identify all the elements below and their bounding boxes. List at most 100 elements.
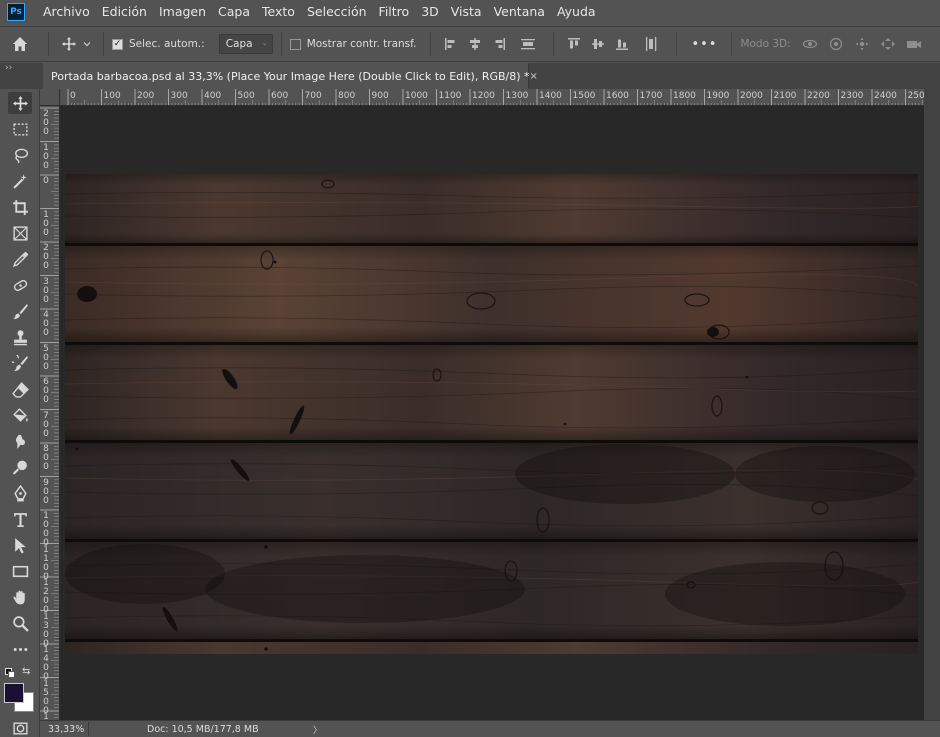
menu-edicion[interactable]: Edición — [96, 0, 153, 24]
brush-icon[interactable] — [8, 300, 32, 322]
eyedropper-icon[interactable] — [8, 248, 32, 270]
vertical-scrollbar[interactable] — [924, 89, 940, 720]
menu-vista[interactable]: Vista — [445, 0, 488, 24]
roll-3d-icon[interactable] — [823, 37, 849, 51]
slide-3d-icon[interactable] — [875, 37, 901, 51]
collapse-panel-icon[interactable]: ›› — [5, 63, 12, 73]
type-tool-icon[interactable] — [8, 508, 32, 530]
document-tab[interactable]: Portada barbacoa.psd al 33,3% (Place You… — [43, 63, 538, 89]
auto-select-label: Selec. autom.: — [129, 38, 205, 50]
ruler-h-label: 800 — [338, 91, 356, 101]
ruler-v-label: 900 — [43, 477, 49, 506]
lasso-icon[interactable] — [8, 144, 32, 166]
eraser-icon[interactable] — [8, 378, 32, 400]
move-tool-preset-icon[interactable] — [57, 29, 95, 59]
options-bar: ✓ Selec. autom.: Capa Mostrar contr. tra… — [0, 26, 940, 62]
menu-3d[interactable]: 3D — [415, 0, 445, 24]
ruler-h-label: 1100 — [438, 91, 462, 101]
quick-mask-icon[interactable] — [8, 717, 32, 737]
crop-icon[interactable] — [8, 196, 32, 218]
separator — [731, 32, 733, 56]
path-selection-icon[interactable] — [8, 534, 32, 556]
chevron-down-icon — [262, 43, 266, 45]
ruler-h-label: 2500 — [907, 91, 925, 101]
rectangle-shape-icon[interactable] — [8, 560, 32, 582]
ruler-h-label: 1900 — [706, 91, 730, 101]
dodge-icon[interactable] — [8, 456, 32, 478]
auto-select-target-dropdown[interactable]: Capa — [218, 34, 273, 54]
orbit-3d-icon[interactable] — [797, 37, 823, 51]
drag-3d-icon[interactable] — [849, 37, 875, 51]
ruler-h-label: 700 — [304, 91, 322, 101]
ruler-h-label: 1000 — [405, 91, 428, 101]
menu-filtro[interactable]: Filtro — [373, 0, 416, 24]
separator — [430, 32, 432, 56]
spot-healing-brush-icon[interactable] — [8, 274, 32, 296]
ruler-h-label: 1700 — [639, 91, 663, 101]
align-horizontal-centers-icon[interactable] — [463, 37, 487, 51]
edit-toolbar-icon[interactable] — [8, 638, 32, 660]
history-brush-icon[interactable] — [8, 352, 32, 374]
separator — [103, 32, 104, 56]
align-top-edges-icon[interactable] — [562, 37, 586, 51]
document-canvas[interactable] — [65, 174, 918, 737]
magic-wand-icon[interactable] — [8, 170, 32, 192]
paint-bucket-icon[interactable] — [8, 404, 32, 426]
align-right-edges-icon[interactable] — [487, 37, 511, 51]
ruler-v-label: 1300 — [43, 611, 49, 649]
hand-tool-icon[interactable] — [8, 586, 32, 608]
swap-colors-icon[interactable]: ⇆ — [22, 666, 30, 677]
foreground-color-swatch[interactable] — [4, 683, 24, 703]
rectangular-marquee-icon[interactable] — [8, 118, 32, 140]
separator — [48, 32, 49, 56]
close-icon[interactable]: × — [530, 71, 538, 82]
home-icon[interactable] — [0, 29, 40, 59]
move-tool-icon[interactable] — [8, 92, 32, 114]
zoom-level[interactable]: 33,33% — [40, 724, 88, 735]
auto-select-checkbox[interactable]: ✓ — [112, 38, 123, 50]
smudge-icon[interactable] — [8, 430, 32, 452]
menu-ayuda[interactable]: Ayuda — [551, 0, 602, 24]
ruler-h-label: 2000 — [740, 91, 763, 101]
ruler-v-label: 700 — [43, 410, 49, 439]
ruler-origin[interactable] — [40, 89, 60, 106]
distribute-vertical-icon[interactable] — [634, 36, 668, 52]
menu-bar: Ps Archivo Edición Imagen Capa Texto Sel… — [0, 0, 940, 24]
menu-capa[interactable]: Capa — [212, 0, 256, 24]
ruler-h-label: 0 — [70, 91, 76, 101]
align-vertical-centers-icon[interactable] — [586, 37, 610, 51]
clone-stamp-icon[interactable] — [8, 326, 32, 348]
default-colors-icon[interactable] — [5, 668, 15, 678]
ruler-v-label: 1600 — [43, 712, 49, 721]
menu-archivo[interactable]: Archivo — [37, 0, 96, 24]
ruler-v-label: 100 — [43, 142, 49, 171]
distribute-horizontal-icon[interactable] — [511, 37, 545, 51]
canvas-area[interactable] — [60, 106, 924, 720]
ruler-h-label: 600 — [271, 91, 289, 101]
align-left-edges-icon[interactable] — [439, 37, 463, 51]
camera-3d-icon[interactable] — [901, 38, 927, 50]
menu-imagen[interactable]: Imagen — [153, 0, 212, 24]
status-menu-arrow[interactable]: 〉 — [313, 723, 322, 736]
ruler-v-label: 1000 — [43, 511, 49, 548]
more-options-button[interactable]: ••• — [685, 37, 723, 52]
pen-icon[interactable] — [8, 482, 32, 504]
ruler-h-label: 900 — [371, 91, 389, 101]
wood-planks-image[interactable] — [65, 174, 918, 654]
menu-seleccion[interactable]: Selección — [301, 0, 373, 24]
ruler-v-label: 1200 — [43, 578, 49, 615]
menu-texto[interactable]: Texto — [256, 0, 301, 24]
show-transform-checkbox[interactable] — [289, 38, 301, 50]
ruler-v-label: 200 — [43, 243, 49, 271]
frame-tool-icon[interactable] — [8, 222, 32, 244]
ruler-v-label: 1500 — [43, 678, 49, 716]
ruler-h-label: 1300 — [505, 91, 529, 101]
zoom-tool-icon[interactable] — [8, 612, 32, 634]
ruler-v-label: 800 — [43, 444, 49, 472]
horizontal-ruler: 0 100 200 300 400 500 600 700 800 900 1000 1100 1200… — [60, 89, 924, 106]
status-bar: 33,33% Doc: 10,5 MB/177,8 MB 〉 — [40, 720, 940, 737]
menu-ventana[interactable]: Ventana — [488, 0, 551, 24]
mode-3d-label: Modo 3D: — [740, 38, 791, 50]
ruler-h-label: 1200 — [472, 91, 495, 101]
align-bottom-edges-icon[interactable] — [610, 37, 634, 51]
